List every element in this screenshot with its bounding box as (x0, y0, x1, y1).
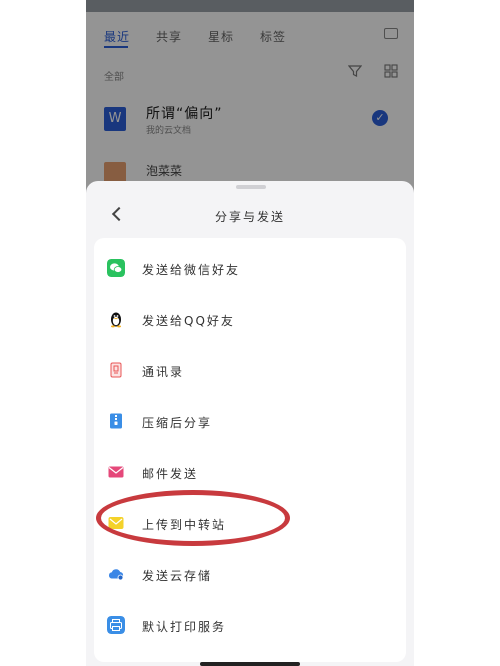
home-indicator (200, 662, 300, 666)
menu-item-label: 发送云存储 (142, 569, 213, 583)
menu-item-label: 通讯录 (142, 365, 185, 379)
menu-item-label: 发送给微信好友 (142, 263, 241, 277)
contacts-icon (110, 362, 122, 378)
menu-item-label: 邮件发送 (142, 467, 199, 481)
menu-item-label: 压缩后分享 (142, 416, 213, 430)
sheet-grab-handle[interactable] (236, 185, 266, 189)
menu-item-wechat[interactable]: 发送给微信好友 (94, 242, 406, 293)
wechat-icon (107, 259, 125, 277)
menu-item-label: 发送给QQ好友 (142, 314, 235, 328)
menu-item-contacts[interactable]: 通讯录 (94, 344, 406, 395)
zip-icon (110, 413, 122, 429)
menu-item-transfer-station[interactable]: 上传到中转站 (94, 497, 406, 548)
menu-item-label: 上传到中转站 (142, 518, 227, 532)
transfer-station-icon (108, 517, 124, 529)
cloud-upload-icon (108, 569, 124, 581)
mail-icon (108, 466, 124, 478)
share-bottom-sheet: 分享与发送 发送给微信好友 发送给QQ好友 通讯录 压缩后分享 邮件发送 上传到… (86, 181, 414, 666)
menu-item-print[interactable]: 默认打印服务 (94, 599, 406, 650)
menu-item-label: 默认打印服务 (142, 620, 227, 634)
menu-item-email[interactable]: 邮件发送 (94, 446, 406, 497)
qq-penguin-icon (111, 312, 121, 328)
sheet-title: 分享与发送 (214, 210, 285, 224)
phone-screen: 最近 共享 星标 标签 全部 W 所谓“偏向” 我的云文档 ✓ 泡菜菜 分享与发… (86, 0, 414, 666)
printer-icon (107, 616, 125, 634)
menu-item-zip-share[interactable]: 压缩后分享 (94, 395, 406, 446)
menu-item-cloud-storage[interactable]: 发送云存储 (94, 548, 406, 599)
menu-item-qq[interactable]: 发送给QQ好友 (94, 293, 406, 344)
share-options-list: 发送给微信好友 发送给QQ好友 通讯录 压缩后分享 邮件发送 上传到中转站 发送… (94, 238, 406, 662)
